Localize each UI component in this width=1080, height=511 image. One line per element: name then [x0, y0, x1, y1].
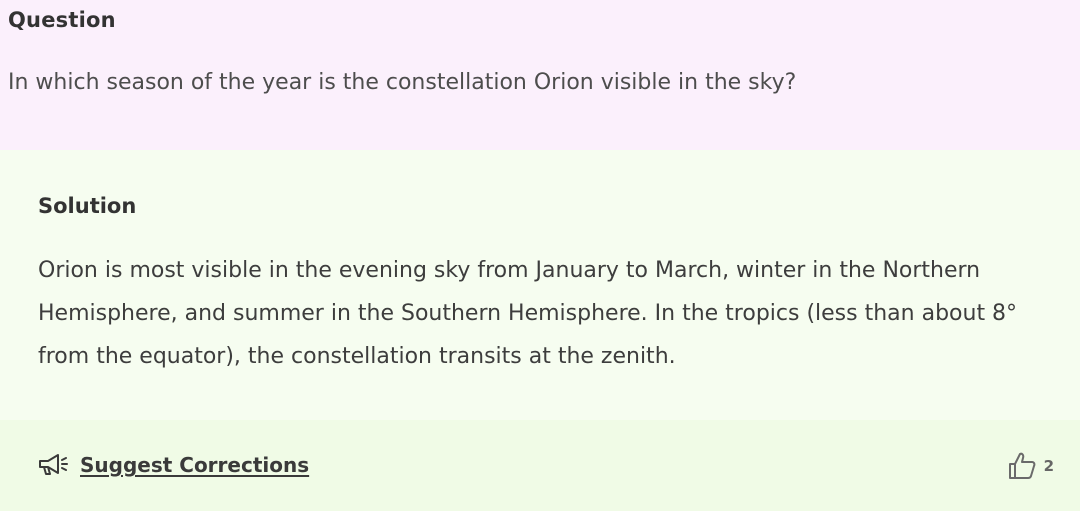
- solution-footer: Suggest Corrections 2: [0, 420, 1080, 511]
- question-heading: Question: [8, 8, 116, 32]
- question-section: Question In which season of the year is …: [0, 0, 1080, 150]
- like-count: 2: [1043, 457, 1054, 475]
- solution-section: Solution Orion is most visible in the ev…: [0, 150, 1080, 420]
- suggest-corrections-label: Suggest Corrections: [80, 453, 310, 477]
- megaphone-icon: [36, 452, 70, 478]
- suggest-corrections-button[interactable]: Suggest Corrections: [36, 452, 309, 478]
- solution-text: Orion is most visible in the evening sky…: [38, 258, 1018, 369]
- question-text: In which season of the year is the const…: [8, 70, 797, 95]
- thumbs-up-icon: [1006, 450, 1038, 482]
- solution-heading: Solution: [38, 194, 137, 218]
- like-button[interactable]: 2: [1006, 450, 1054, 482]
